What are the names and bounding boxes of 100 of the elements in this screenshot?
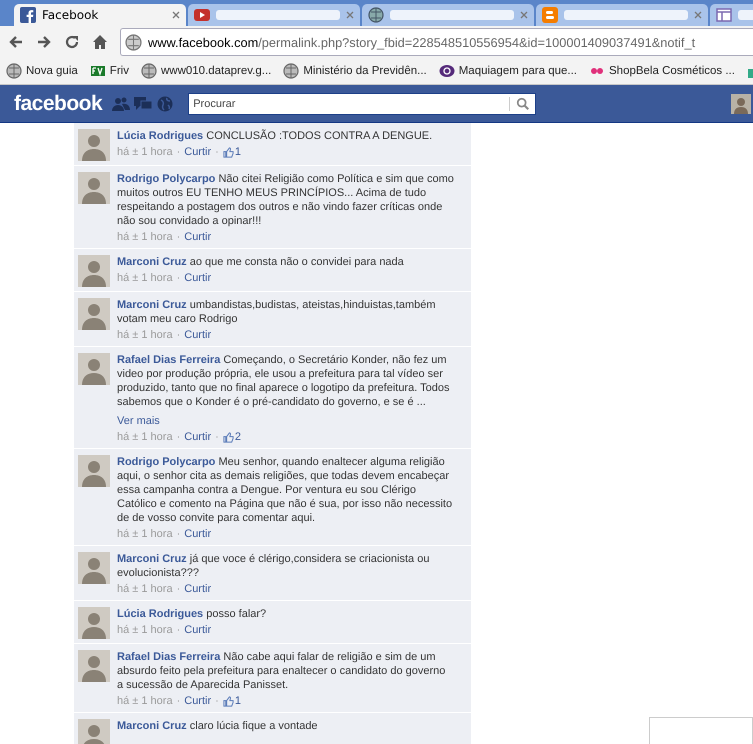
globe-icon <box>125 34 142 50</box>
blog-icon <box>542 7 558 23</box>
home-icon[interactable] <box>92 34 108 50</box>
thumbs-up-icon <box>222 696 234 706</box>
search-field[interactable]: Procurar <box>188 92 536 114</box>
timestamp: há ± 1 hora <box>117 694 173 708</box>
close-icon[interactable] <box>520 11 528 19</box>
avatar[interactable] <box>78 719 110 744</box>
timestamp: há ± 1 hora <box>117 582 173 596</box>
forward-icon[interactable] <box>36 34 52 50</box>
comment-text: Rafael Dias Ferreira Começando, o Secretário Konder, não fez um video por produção própria, ele usou a prefeitura para tal vídeo ser produzido, tanto que no final aparece o logotipo da prefeitura. Todos sabemos que o Konder é o pré-candidato do governo, e se é ... <box>117 353 450 409</box>
author-link[interactable]: Rafael Dias Ferreira <box>117 354 220 366</box>
comment-text: Marconi Cruz umbandistas,budistas, ateistas,hinduistas,também votam meu caro Rodrigo <box>117 298 437 326</box>
author-link[interactable]: Rafael Dias Ferreira <box>117 651 220 663</box>
comment-text: Rafael Dias Ferreira Não cabe aqui falar de religião e sim de um absurdo feito pela prefeitura para enaltecer o candidato do governo a sucessão de Aparecida Panisset. <box>117 650 446 692</box>
separator: · <box>215 694 219 708</box>
avatar[interactable] <box>78 298 110 330</box>
like-link[interactable]: Curtir <box>184 694 212 708</box>
avatar[interactable] <box>78 552 110 584</box>
reload-icon[interactable] <box>64 34 80 50</box>
separator: · <box>176 527 180 541</box>
timestamp: há ± 1 hora <box>117 430 173 444</box>
facebook-logo[interactable]: facebook <box>14 92 102 116</box>
window-icon <box>716 7 732 23</box>
author-link[interactable]: Marconi Cruz <box>117 553 187 565</box>
globe-icon <box>140 63 157 79</box>
avatar[interactable] <box>78 172 110 204</box>
separator: · <box>176 145 180 159</box>
ring-icon <box>438 63 455 79</box>
like-count[interactable]: 1 <box>222 694 241 708</box>
separator: · <box>176 694 180 708</box>
see-more-link[interactable]: Ver mais <box>117 414 160 428</box>
browser-tab[interactable]: Facebook <box>14 4 186 26</box>
like-link[interactable]: Curtir <box>184 527 212 541</box>
friv-logo <box>90 63 106 79</box>
separator: · <box>176 623 180 637</box>
author-link[interactable]: Lúcia Rodrigues <box>117 130 204 142</box>
separator: · <box>176 271 180 285</box>
like-link[interactable]: Curtir <box>184 230 212 244</box>
close-icon[interactable] <box>172 11 180 19</box>
comment-text: Marconi Cruz claro lúcia fique a vontade <box>117 719 319 733</box>
avatar[interactable] <box>731 92 751 114</box>
avatar[interactable] <box>78 353 110 385</box>
messages-icon[interactable] <box>134 96 152 112</box>
comment-text: Lúcia Rodrigues posso falar? <box>117 607 268 621</box>
author-link[interactable]: Marconi Cruz <box>117 720 187 732</box>
author-link[interactable]: Rodrigo Polycarpo <box>117 173 216 185</box>
like-count[interactable]: 1 <box>222 145 241 159</box>
avatar[interactable] <box>78 650 110 682</box>
search-icon[interactable] <box>509 96 530 110</box>
browser-tab[interactable] <box>536 4 708 26</box>
browser-tab[interactable] <box>188 4 360 26</box>
url-path: /permalink.php?story_fbid=228548510556954&id=100001409037491&notif_t <box>258 34 696 50</box>
bookmark[interactable]: ShopBela Cosméticos ... <box>589 63 735 79</box>
timestamp: há ± 1 hora <box>117 623 173 637</box>
avatar[interactable] <box>78 129 110 161</box>
tab-title: Facebook <box>42 8 100 22</box>
globe-icon <box>283 63 300 79</box>
like-count[interactable]: 2 <box>222 430 241 444</box>
like-link[interactable]: Curtir <box>184 582 212 596</box>
author-link[interactable]: Marconi Cruz <box>117 299 187 311</box>
close-icon[interactable] <box>346 11 354 19</box>
timestamp: há ± 1 hora <box>117 527 173 541</box>
like-link[interactable]: Curtir <box>184 623 212 637</box>
close-icon[interactable] <box>694 11 702 19</box>
address-bar[interactable]: www.facebook.com/permalink.php?story_fbid=228548510556954&id=100001409037491&notif_t <box>120 28 753 56</box>
avatar[interactable] <box>78 255 110 287</box>
bookmark[interactable]: Maquiagem para que... <box>438 63 577 79</box>
globe-icon[interactable] <box>156 96 174 112</box>
separator: · <box>215 145 219 159</box>
like-link[interactable]: Curtir <box>184 430 212 444</box>
comment-text: Marconi Cruz já que voce é clérigo,considera se criacionista ou evolucionista??? <box>117 552 430 580</box>
author-link[interactable]: Rodrigo Polycarpo <box>117 456 216 468</box>
like-link[interactable]: Curtir <box>184 328 212 342</box>
separator: · <box>176 430 180 444</box>
author-link[interactable]: Lúcia Rodrigues <box>117 608 204 620</box>
browser-tab[interactable] <box>362 4 534 26</box>
like-link[interactable]: Curtir <box>184 271 212 285</box>
separator: · <box>176 582 180 596</box>
separator: · <box>176 230 180 244</box>
bookmark[interactable]: www010.dataprev.g... <box>140 63 272 79</box>
timestamp: há ± 1 hora <box>117 271 173 285</box>
thumbs-up-icon <box>222 432 234 442</box>
author-link[interactable]: Marconi Cruz <box>117 256 187 268</box>
back-icon[interactable] <box>8 34 24 50</box>
bookmark[interactable]: Ministério da Previdên... <box>283 63 427 79</box>
avatar[interactable] <box>78 607 110 639</box>
friends-icon[interactable] <box>112 96 130 112</box>
separator: · <box>176 328 180 342</box>
facebook-icon <box>20 7 36 23</box>
avatar[interactable] <box>78 455 110 487</box>
chat-bar[interactable] <box>649 717 753 744</box>
thumbs-up-icon <box>222 146 234 158</box>
like-link[interactable]: Curtir <box>184 145 212 159</box>
timestamp: há ± 1 hora <box>117 230 173 244</box>
bookmark[interactable]: Friv <box>90 63 129 79</box>
globe-icon <box>368 7 384 23</box>
bookmark[interactable]: Nova guia <box>6 63 78 79</box>
url-host: www.facebook.com <box>148 34 258 50</box>
separator: · <box>215 430 219 444</box>
